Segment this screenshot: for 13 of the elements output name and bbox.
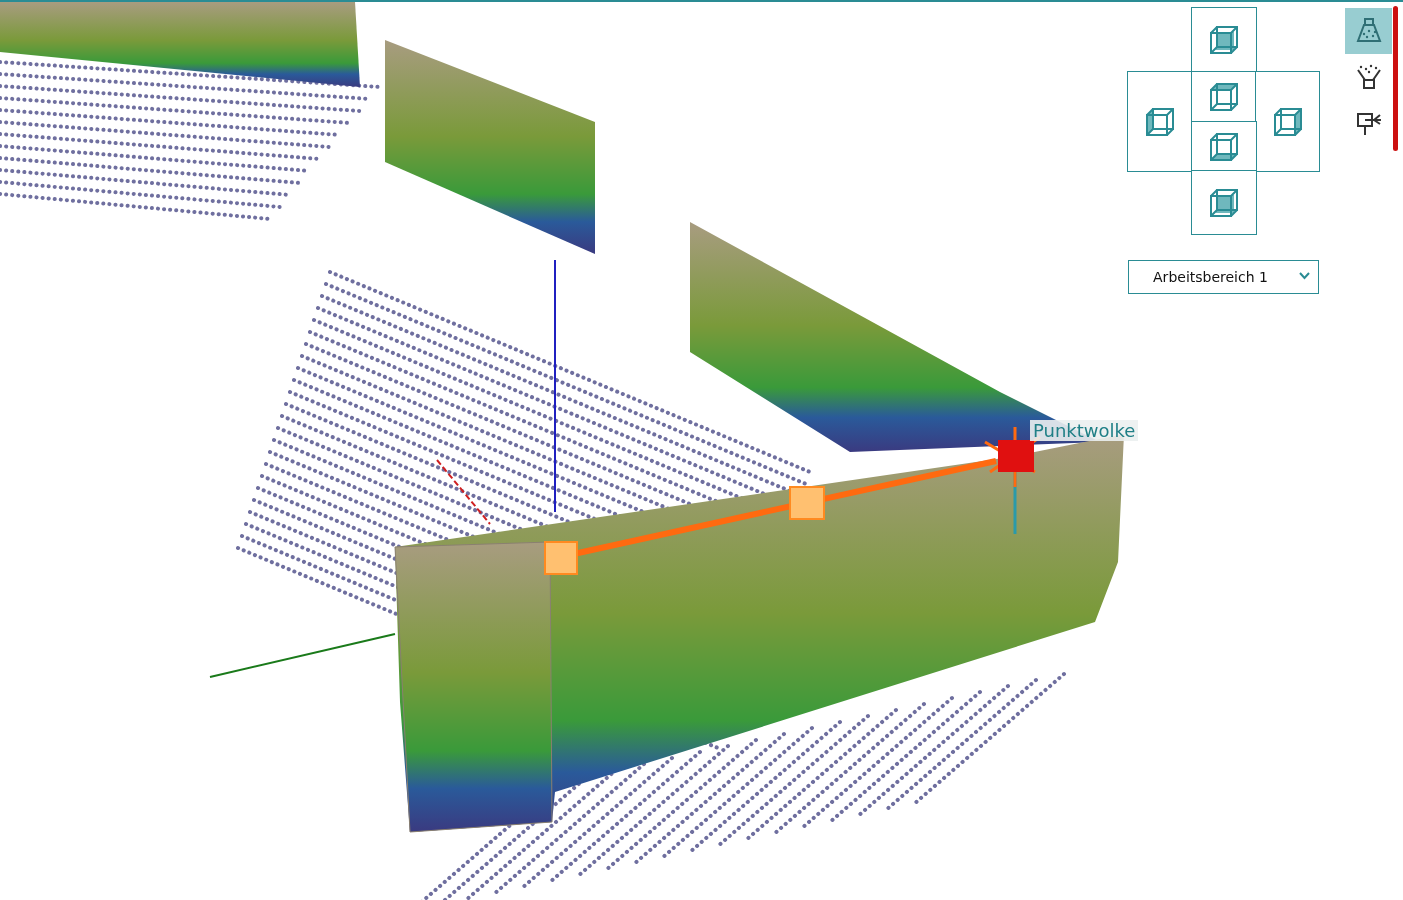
measurement-line[interactable]	[544, 458, 997, 575]
cube-icon	[1207, 80, 1241, 114]
top-view-button[interactable]	[1191, 7, 1257, 73]
bottom-view-button[interactable]	[1191, 170, 1257, 235]
left-view-button[interactable]	[1127, 71, 1193, 172]
front-view-button[interactable]	[1191, 121, 1257, 172]
cube-icon	[1207, 23, 1241, 57]
point-cloud-label: Punktwolke	[1030, 420, 1139, 441]
back-view-button[interactable]	[1191, 71, 1257, 123]
right-view-button[interactable]	[1255, 71, 1320, 172]
chevron-down-icon	[1299, 272, 1310, 280]
scrollbar-thumb[interactable]	[1393, 6, 1398, 151]
workspace-dropdown[interactable]: Arbeitsbereich 1	[1128, 260, 1319, 294]
